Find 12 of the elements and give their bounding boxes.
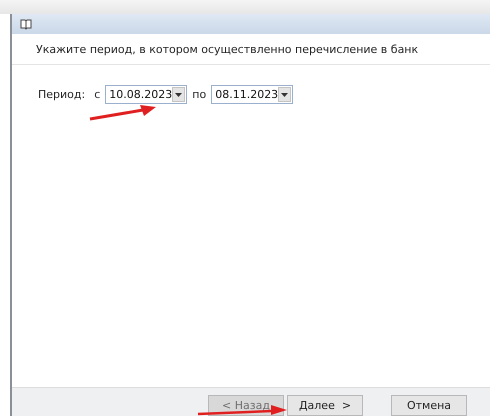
to-label: по — [192, 88, 206, 101]
from-label: с — [94, 88, 100, 101]
period-label: Период: — [38, 88, 86, 101]
dialog-button[interactable]: Далее > — [287, 395, 363, 416]
caret-icon — [175, 92, 182, 96]
date-to-field[interactable]: 08.11.2023 — [211, 85, 294, 104]
date-from-field[interactable]: 10.08.2023 — [105, 85, 188, 104]
header-text: Укажите период, в котором осуществленно перечисление в банк — [36, 42, 418, 56]
annotation-arrow — [88, 104, 158, 122]
book-icon — [20, 18, 32, 30]
dialog-button[interactable]: Отмена — [391, 395, 467, 416]
caret-icon — [281, 92, 288, 96]
